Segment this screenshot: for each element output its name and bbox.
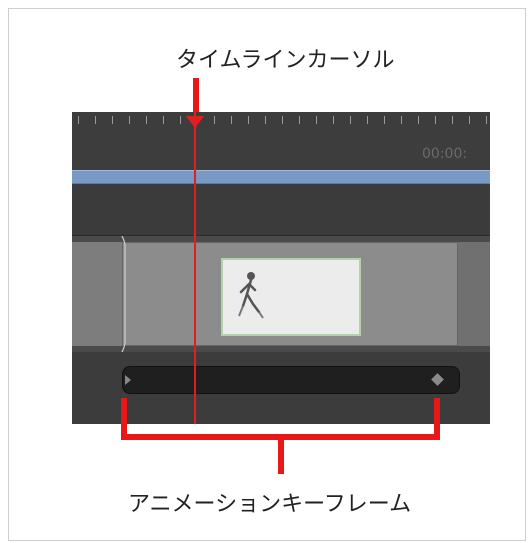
ruler-tick (401, 116, 402, 124)
ruler-tick (333, 116, 334, 124)
ruler-tick (316, 116, 317, 124)
ruler-tick (299, 116, 300, 124)
ruler-tick (180, 116, 181, 124)
ruler-tick (214, 116, 215, 124)
ruler-tick (452, 116, 453, 124)
timecode-readout: 00:00: (422, 146, 468, 162)
ruler-tick (486, 116, 487, 124)
ruler-tick (163, 116, 164, 124)
timeline-panel: 00:00: (72, 112, 490, 424)
upper-track[interactable] (72, 184, 490, 236)
keyframe-start-icon[interactable] (125, 375, 131, 385)
ruler-tick (231, 116, 232, 124)
ruler-tick (112, 116, 113, 124)
ruler-ticks (72, 112, 490, 128)
keyframe-bar[interactable] (122, 366, 460, 394)
clip-boundary-marker (121, 236, 126, 352)
timeline-cursor-caption: タイムラインカーソル (176, 48, 395, 73)
ruler-tick (265, 116, 266, 124)
keyframe-track[interactable] (72, 352, 490, 424)
ruler-tick (435, 116, 436, 124)
ruler-tick (469, 116, 470, 124)
ruler-tick (350, 116, 351, 124)
ruler-tick (418, 116, 419, 124)
timeline-cursor[interactable] (194, 112, 196, 424)
video-track[interactable] (72, 236, 490, 352)
next-clip[interactable] (458, 242, 490, 346)
ruler-tick (146, 116, 147, 124)
ruler-tick (129, 116, 130, 124)
ruler-tick (78, 116, 79, 124)
keyframe-diamond-icon[interactable] (431, 373, 444, 386)
timeline-cursor-head-icon[interactable] (186, 116, 204, 128)
ruler-tick (248, 116, 249, 124)
animation-clip[interactable] (122, 242, 458, 346)
walking-figure-icon (238, 272, 264, 319)
ruler-tick (367, 116, 368, 124)
ruler-tick (95, 116, 96, 124)
clip-thumbnail (221, 258, 361, 336)
ruler-tick (384, 116, 385, 124)
keyframe-pointer-line (278, 438, 284, 474)
ruler-tick (282, 116, 283, 124)
work-area-bar[interactable] (72, 170, 490, 184)
animation-keyframe-caption: アニメーションキーフレーム (128, 492, 412, 517)
time-ruler[interactable]: 00:00: (72, 112, 490, 170)
previous-clip[interactable] (72, 242, 123, 346)
